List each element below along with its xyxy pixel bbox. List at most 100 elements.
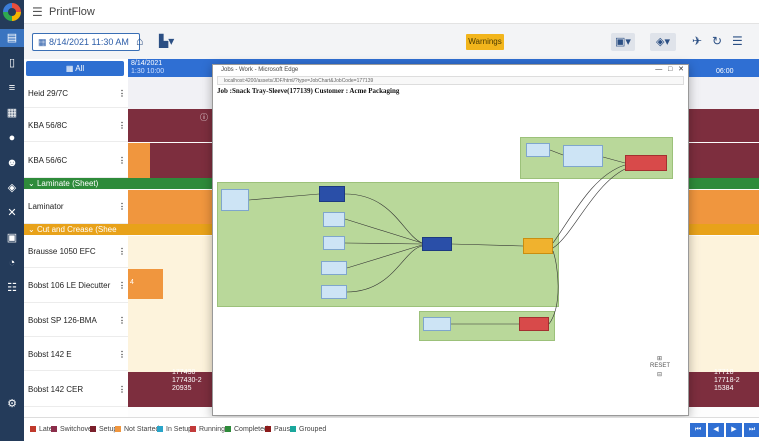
legend-label: Grouped bbox=[299, 426, 327, 433]
legend-label: In Setup bbox=[166, 426, 193, 433]
refresh-icon[interactable]: ↻ bbox=[712, 34, 722, 48]
timeline-time-left: 1:30 10:00 bbox=[131, 68, 165, 75]
app-logo bbox=[3, 3, 21, 21]
diagram-connectors bbox=[248, 149, 626, 325]
group-header-cut-crease[interactable]: ⌄ Cut and Crease (Shee bbox=[24, 224, 128, 235]
legend-item: Running bbox=[190, 426, 225, 433]
row-menu-icon[interactable]: ⋮ bbox=[118, 79, 126, 108]
resource-name: Bobst SP 126-BMA bbox=[28, 316, 97, 325]
row-menu-icon[interactable]: ⋮ bbox=[118, 109, 126, 142]
legend-swatch bbox=[190, 426, 196, 432]
job-bar-label: 17718-2 bbox=[714, 377, 740, 384]
resource-row[interactable]: Bobst 142 E ⋮ bbox=[24, 338, 128, 371]
group-label: Cut and Crease (Shee bbox=[36, 225, 117, 234]
job-bar[interactable] bbox=[128, 143, 150, 178]
hamburger-menu-icon[interactable]: ☰ bbox=[32, 5, 43, 19]
legend-swatch bbox=[115, 426, 121, 432]
warnings-button[interactable]: Warnings bbox=[466, 34, 504, 50]
legend-swatch bbox=[290, 426, 296, 432]
row-menu-icon[interactable]: ⋮ bbox=[118, 190, 126, 224]
last-page-button[interactable]: ⏭ bbox=[744, 423, 759, 437]
group-header-laminate[interactable]: ⌄ Laminate (Sheet) bbox=[24, 178, 128, 189]
resource-name: Bobst 142 CER bbox=[28, 385, 84, 394]
resource-row[interactable]: Heid 29/7C ⋮ bbox=[24, 79, 128, 108]
resource-row[interactable]: Bobst SP 126-BMA ⋮ bbox=[24, 304, 128, 337]
list-icon[interactable]: ≡ bbox=[5, 82, 19, 94]
resource-row[interactable]: KBA 56/8C ⋮ bbox=[24, 109, 128, 142]
job-bar-label: 4 bbox=[130, 279, 134, 286]
job-bar-label: 17718 bbox=[714, 369, 734, 376]
legend-item: Switchover bbox=[51, 426, 94, 433]
timeline-date: 8/14/2021 bbox=[131, 60, 163, 67]
zoom-in-icon[interactable]: ⊞ bbox=[657, 355, 662, 362]
legend-item: Setup bbox=[90, 426, 117, 433]
row-menu-icon[interactable]: ⋮ bbox=[118, 269, 126, 303]
layers-icon[interactable]: ◈ bbox=[5, 182, 19, 194]
bottle-icon[interactable]: ● bbox=[5, 132, 19, 144]
resource-name: Heid 29/7C bbox=[28, 89, 69, 98]
pin-icon[interactable]: ✈ bbox=[692, 34, 702, 48]
inventory-icon[interactable]: ▣ bbox=[5, 232, 19, 244]
job-bar[interactable]: 4 bbox=[128, 269, 163, 299]
job-chart-popup-window[interactable]: Jobs - Work - Microsoft Edge — □ ✕ local… bbox=[212, 64, 689, 416]
layers-dropdown-button[interactable]: ◈▾ bbox=[650, 33, 676, 51]
resource-row[interactable]: KBA 56/6C ⋮ bbox=[24, 143, 128, 178]
resource-name: Bobst 106 LE Diecutter bbox=[28, 281, 111, 290]
all-resources-label: All bbox=[75, 64, 85, 73]
date-picker-label: 8/14/2021 11:30 AM bbox=[49, 37, 129, 47]
row-menu-icon[interactable]: ⋮ bbox=[118, 236, 126, 268]
resource-name: Laminator bbox=[28, 202, 64, 211]
job-bar-label: 20935 bbox=[172, 385, 192, 392]
machine-filter-icon[interactable]: ▙▾ bbox=[159, 34, 174, 48]
zoom-out-icon[interactable]: ⊟ bbox=[657, 371, 662, 378]
reset-zoom-button[interactable]: RESET bbox=[650, 363, 670, 369]
legend-label: Completed bbox=[234, 426, 268, 433]
users-icon[interactable]: ☻ bbox=[5, 157, 19, 169]
resource-row[interactable]: Brausse 1050 EFC ⋮ bbox=[24, 236, 128, 268]
legend-label: Running bbox=[199, 426, 226, 433]
chevron-down-icon: ⌄ bbox=[28, 179, 37, 188]
resource-row[interactable]: Bobst 142 CER ⋮ bbox=[24, 372, 128, 407]
schedule-toolbar: ▦ 8/14/2021 11:30 AM ⌂ ▙▾ Warnings ▣▾ ◈▾… bbox=[24, 24, 759, 59]
resource-name: KBA 56/8C bbox=[28, 121, 68, 130]
chevron-down-icon: ⌄ bbox=[28, 225, 37, 234]
team-icon[interactable]: ☷ bbox=[5, 282, 19, 294]
date-picker-button[interactable]: ▦ 8/14/2021 11:30 AM bbox=[32, 33, 140, 51]
schedule-icon[interactable]: ▤ bbox=[5, 32, 19, 44]
legend-item: Late bbox=[30, 426, 53, 433]
calendar-icon[interactable]: ▦ bbox=[5, 107, 19, 119]
row-menu-icon[interactable]: ⋮ bbox=[118, 143, 126, 178]
database-icon[interactable]: ☰ bbox=[732, 34, 743, 48]
row-menu-icon[interactable]: ⋮ bbox=[118, 304, 126, 337]
document-icon[interactable]: ▯ bbox=[5, 57, 19, 69]
first-page-button[interactable]: ⏮ bbox=[690, 423, 706, 437]
next-page-button[interactable]: ▶ bbox=[726, 423, 742, 437]
app-header: ☰ PrintFlow bbox=[24, 0, 759, 24]
calendar-small-icon: ▦ bbox=[38, 37, 50, 47]
all-resources-button[interactable]: ▦ All bbox=[26, 61, 124, 76]
resource-row[interactable]: Bobst 106 LE Diecutter ⋮ bbox=[24, 269, 128, 303]
legend-item: Grouped bbox=[290, 426, 326, 433]
legend-swatch bbox=[51, 426, 57, 432]
app-title: PrintFlow bbox=[49, 6, 95, 18]
save-dropdown-button[interactable]: ▣▾ bbox=[611, 33, 635, 51]
info-icon[interactable]: ⓘ bbox=[200, 112, 208, 123]
legend-item: Completed bbox=[225, 426, 268, 433]
timeline-time-right: 06:00 bbox=[716, 68, 734, 75]
dashboard-icon[interactable]: ◔ bbox=[5, 257, 19, 269]
settings-gear-icon[interactable]: ⚙ bbox=[5, 398, 19, 410]
resource-list: ▦ All Heid 29/7C ⋮ KBA 56/8C ⋮ KBA 56/6C ⋮ … bbox=[24, 59, 128, 417]
row-menu-icon[interactable]: ⋮ bbox=[118, 372, 126, 407]
job-bar-label-group: 17718 17718-2 15384 bbox=[714, 369, 740, 393]
tools-icon[interactable]: ✕ bbox=[5, 207, 19, 219]
row-menu-icon[interactable]: ⋮ bbox=[118, 338, 126, 371]
resource-row[interactable]: Laminator ⋮ bbox=[24, 190, 128, 224]
job-bar-label: 177430-2 bbox=[172, 377, 202, 384]
prev-page-button[interactable]: ◀ bbox=[708, 423, 724, 437]
legend-swatch bbox=[90, 426, 96, 432]
group-label: Laminate (Sheet) bbox=[36, 179, 99, 188]
job-bar-label: 15384 bbox=[714, 385, 734, 392]
home-icon[interactable]: ⌂ bbox=[136, 34, 143, 48]
legend-swatch bbox=[265, 426, 271, 432]
legend-item: In Setup bbox=[157, 426, 192, 433]
